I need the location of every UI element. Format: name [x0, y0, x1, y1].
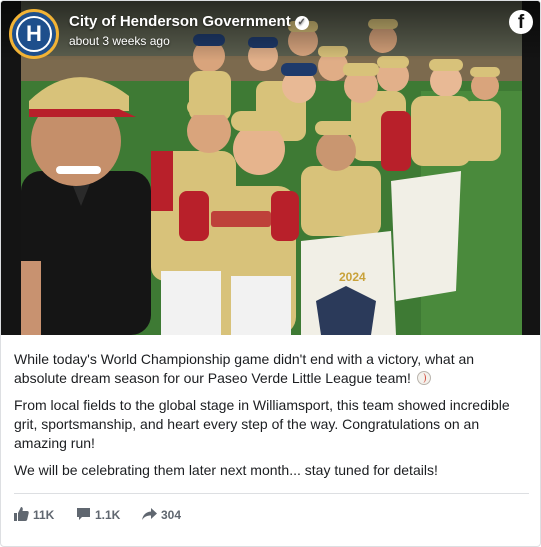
- post-paragraph-3: We will be celebrating them later next m…: [14, 462, 438, 478]
- share-arrow-icon: [142, 508, 157, 520]
- post-body: While today's World Championship game di…: [14, 350, 529, 488]
- comments-count[interactable]: 1.1K: [76, 507, 120, 522]
- post-paragraph-2: From local fields to the global stage in…: [14, 397, 510, 451]
- likes-count-text: 11K: [33, 508, 55, 522]
- team-photo[interactable]: 2024 H City of Henderson Government ✓ abo…: [1, 1, 540, 335]
- svg-text:2024: 2024: [339, 270, 366, 284]
- post-timestamp[interactable]: about 3 weeks ago: [69, 34, 170, 48]
- facebook-logo-icon[interactable]: f: [509, 10, 533, 34]
- post-paragraph-1-text: While today's World Championship game di…: [14, 351, 475, 386]
- thumbs-up-icon: [14, 507, 29, 521]
- facebook-post-card: 2024 H City of Henderson Government ✓ abo…: [0, 0, 541, 547]
- page-avatar[interactable]: H: [9, 9, 59, 59]
- shares-count-text: 304: [161, 508, 182, 522]
- page-name-link[interactable]: City of Henderson Government ✓: [69, 13, 309, 30]
- baseball-emoji-icon: [416, 371, 431, 385]
- post-header: H City of Henderson Government ✓ about 3 …: [1, 1, 540, 61]
- verified-badge-icon: ✓: [294, 16, 309, 30]
- avatar-letter: H: [16, 16, 52, 52]
- engagement-bar: 11K 1.1K 304: [14, 493, 529, 533]
- post-paragraph-1: While today's World Championship game di…: [14, 350, 529, 388]
- likes-count[interactable]: 11K: [14, 507, 54, 522]
- comment-icon: [77, 508, 90, 520]
- comments-count-text: 1.1K: [95, 508, 121, 522]
- shares-count[interactable]: 304: [142, 507, 181, 522]
- page-name-text: City of Henderson Government: [69, 13, 291, 30]
